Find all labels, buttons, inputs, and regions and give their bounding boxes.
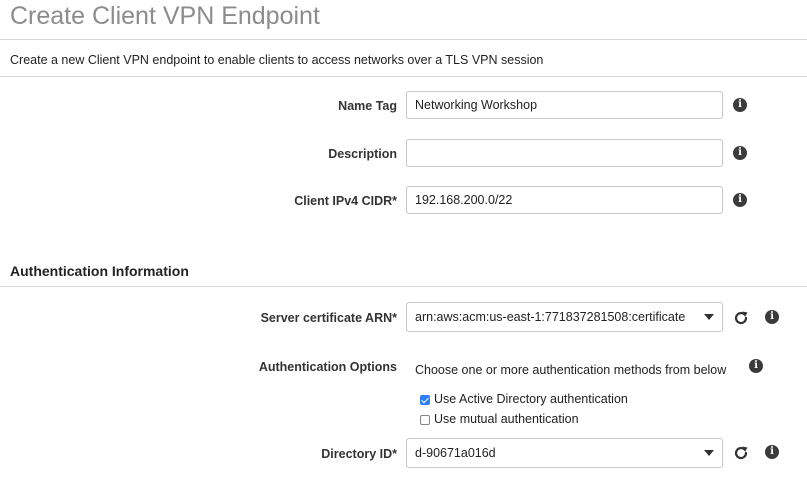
server-certificate-label: Server certificate ARN*: [260, 311, 397, 325]
info-icon[interactable]: i: [733, 193, 747, 207]
mutual-authentication-option[interactable]: Use mutual authentication: [420, 410, 579, 428]
page-subtitle: Create a new Client VPN endpoint to enab…: [10, 53, 544, 67]
page-title: Create Client VPN Endpoint: [10, 2, 320, 30]
chevron-down-icon: [704, 314, 714, 320]
active-directory-checkbox[interactable]: [420, 395, 430, 405]
info-icon[interactable]: i: [749, 359, 763, 373]
divider: [0, 286, 807, 287]
info-icon[interactable]: i: [765, 445, 779, 459]
refresh-icon[interactable]: [732, 444, 750, 462]
divider: [0, 76, 807, 77]
description-label: Description: [328, 147, 397, 161]
client-cidr-input[interactable]: [406, 186, 723, 214]
active-directory-label: Use Active Directory authentication: [434, 392, 628, 406]
name-tag-input[interactable]: [406, 91, 723, 119]
directory-id-label: Directory ID*: [321, 447, 397, 461]
server-certificate-select[interactable]: arn:aws:acm:us-east-1:771837281508:certi…: [406, 302, 723, 332]
info-icon[interactable]: i: [733, 146, 747, 160]
server-certificate-value: arn:aws:acm:us-east-1:771837281508:certi…: [415, 310, 686, 324]
chevron-down-icon: [704, 450, 714, 456]
mutual-authentication-label: Use mutual authentication: [434, 412, 579, 426]
info-icon[interactable]: i: [733, 98, 747, 112]
info-icon[interactable]: i: [765, 310, 779, 324]
authentication-options-helper: Choose one or more authentication method…: [415, 363, 727, 377]
active-directory-option[interactable]: Use Active Directory authentication: [420, 390, 628, 408]
mutual-authentication-checkbox[interactable]: [420, 415, 430, 425]
authentication-section-title: Authentication Information: [10, 263, 189, 279]
name-tag-label: Name Tag: [338, 99, 397, 113]
directory-id-value: d-90671a016d: [415, 446, 496, 460]
directory-id-select[interactable]: d-90671a016d: [406, 438, 723, 468]
description-input[interactable]: [406, 139, 723, 167]
divider: [0, 39, 807, 40]
client-cidr-label: Client IPv4 CIDR*: [294, 194, 397, 208]
authentication-options-label: Authentication Options: [258, 360, 397, 374]
refresh-icon[interactable]: [732, 309, 750, 327]
